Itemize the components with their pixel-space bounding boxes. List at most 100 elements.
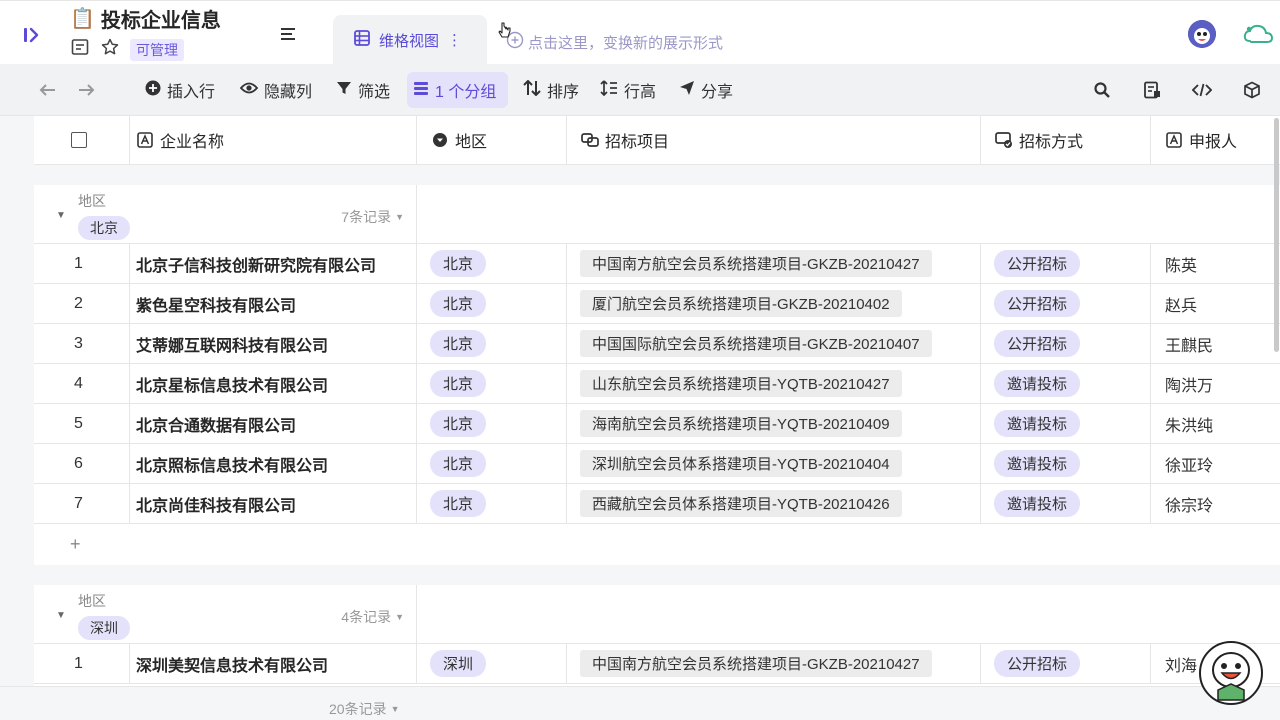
project-cell[interactable]: 厦门航空会员系统搭建项目-GKZB-20210402 bbox=[567, 284, 981, 323]
company-cell[interactable]: 北京子信科技创新研究院有限公司 bbox=[130, 244, 417, 283]
sort-button[interactable]: 排序 bbox=[517, 72, 585, 108]
cloud-sync-icon[interactable] bbox=[1242, 21, 1274, 52]
region-cell[interactable]: 北京 bbox=[417, 444, 567, 483]
method-cell[interactable]: 邀请投标 bbox=[981, 444, 1151, 483]
row-index-cell[interactable]: 7 bbox=[34, 484, 130, 523]
method-cell[interactable]: 公开招标 bbox=[981, 324, 1151, 363]
column-header-project[interactable]: 招标项目 bbox=[567, 116, 981, 164]
page-title[interactable]: 📋 投标企业信息 bbox=[70, 5, 221, 32]
row-index-cell[interactable]: 5 bbox=[34, 404, 130, 443]
table-row[interactable]: 1 北京子信科技创新研究院有限公司 北京 中国南方航空会员系统搭建项目-GKZB-20… bbox=[34, 244, 1280, 284]
code-icon[interactable] bbox=[1192, 80, 1212, 100]
company-cell[interactable]: 深圳美契信息技术有限公司 bbox=[130, 644, 417, 683]
method-cell[interactable]: 公开招标 bbox=[981, 644, 1151, 683]
region-cell[interactable]: 北京 bbox=[417, 324, 567, 363]
share-button[interactable]: 分享 bbox=[673, 72, 739, 108]
company-cell[interactable]: 紫色星空科技有限公司 bbox=[130, 284, 417, 323]
column-header-region[interactable]: 地区 bbox=[417, 116, 567, 164]
applicant-cell[interactable]: 陈英 bbox=[1151, 244, 1280, 283]
project-link[interactable]: 中国南方航空会员系统搭建项目-GKZB-20210427 bbox=[580, 650, 932, 677]
redo-icon[interactable] bbox=[76, 80, 96, 100]
project-link[interactable]: 山东航空会员系统搭建项目-YQTB-20210427 bbox=[580, 370, 902, 397]
row-index-cell[interactable]: 1 bbox=[34, 244, 130, 283]
hide-columns-button[interactable]: 隐藏列 bbox=[234, 72, 318, 108]
vertical-scrollbar[interactable] bbox=[1274, 118, 1279, 352]
company-cell[interactable]: 北京尚佳科技有限公司 bbox=[130, 484, 417, 523]
project-cell[interactable]: 深圳航空会员体系搭建项目-YQTB-20210404 bbox=[567, 444, 981, 483]
row-index-cell[interactable]: 1 bbox=[34, 644, 130, 683]
select-all-checkbox[interactable] bbox=[71, 132, 87, 148]
project-cell[interactable]: 中国南方航空会员系统搭建项目-GKZB-20210427 bbox=[567, 244, 981, 283]
applicant-cell[interactable]: 赵兵 bbox=[1151, 284, 1280, 323]
insert-row-button[interactable]: 插入行 bbox=[139, 72, 221, 108]
row-index-cell[interactable]: 6 bbox=[34, 444, 130, 483]
sidebar-toggle-icon[interactable] bbox=[16, 19, 48, 51]
method-cell[interactable]: 邀请投标 bbox=[981, 404, 1151, 443]
tab-more-icon[interactable]: ⋮ bbox=[447, 31, 462, 49]
group-record-count[interactable]: 4条记录 ▼ bbox=[341, 607, 404, 627]
total-record-count[interactable]: 20条记录 ▼ bbox=[329, 699, 400, 719]
region-cell[interactable]: 北京 bbox=[417, 284, 567, 323]
applicant-cell[interactable]: 徐宗玲 bbox=[1151, 484, 1280, 523]
company-cell[interactable]: 北京照标信息技术有限公司 bbox=[130, 444, 417, 483]
column-header-method[interactable]: 招标方式 bbox=[981, 116, 1151, 164]
filter-button[interactable]: 筛选 bbox=[330, 72, 396, 108]
applicant-cell[interactable]: 王麒民 bbox=[1151, 324, 1280, 363]
project-cell[interactable]: 中国南方航空会员系统搭建项目-GKZB-20210427 bbox=[567, 644, 981, 683]
column-header-company[interactable]: 企业名称 bbox=[130, 116, 417, 164]
user-avatar[interactable] bbox=[1188, 20, 1216, 48]
row-index-cell[interactable]: 3 bbox=[34, 324, 130, 363]
table-row[interactable]: 5 北京合通数据有限公司 北京 海南航空会员系统搭建项目-YQTB-20210409 邀… bbox=[34, 404, 1280, 444]
star-icon[interactable] bbox=[100, 37, 120, 62]
add-view-button[interactable]: 点击这里，变换新的展示形式 bbox=[506, 31, 723, 53]
group-button[interactable]: 1 个分组 bbox=[407, 72, 508, 108]
company-cell[interactable]: 艾蒂娜互联网科技有限公司 bbox=[130, 324, 417, 363]
method-cell[interactable]: 邀请投标 bbox=[981, 364, 1151, 403]
menu-icon[interactable] bbox=[280, 27, 296, 46]
project-link[interactable]: 深圳航空会员体系搭建项目-YQTB-20210404 bbox=[580, 450, 902, 477]
table-row[interactable]: 3 艾蒂娜互联网科技有限公司 北京 中国国际航空会员系统搭建项目-GKZB-20210… bbox=[34, 324, 1280, 364]
project-cell[interactable]: 西藏航空会员体系搭建项目-YQTB-20210426 bbox=[567, 484, 981, 523]
table-row[interactable]: 7 北京尚佳科技有限公司 北京 西藏航空会员体系搭建项目-YQTB-20210426 邀… bbox=[34, 484, 1280, 524]
undo-icon[interactable] bbox=[38, 80, 58, 100]
project-cell[interactable]: 山东航空会员系统搭建项目-YQTB-20210427 bbox=[567, 364, 981, 403]
project-cell[interactable]: 海南航空会员系统搭建项目-YQTB-20210409 bbox=[567, 404, 981, 443]
region-cell[interactable]: 北京 bbox=[417, 244, 567, 283]
applicant-cell[interactable]: 朱洪纯 bbox=[1151, 404, 1280, 443]
description-icon[interactable] bbox=[70, 37, 90, 62]
region-cell[interactable]: 深圳 bbox=[417, 644, 567, 683]
region-cell[interactable]: 北京 bbox=[417, 484, 567, 523]
group-record-count[interactable]: 7条记录 ▼ bbox=[341, 207, 404, 227]
method-cell[interactable]: 公开招标 bbox=[981, 284, 1151, 323]
table-row[interactable]: 4 北京星标信息技术有限公司 北京 山东航空会员系统搭建项目-YQTB-2021042… bbox=[34, 364, 1280, 404]
collapse-caret-icon[interactable]: ▼ bbox=[56, 210, 66, 221]
table-row[interactable]: 6 北京照标信息技术有限公司 北京 深圳航空会员体系搭建项目-YQTB-2021040… bbox=[34, 444, 1280, 484]
row-height-button[interactable]: 行高 bbox=[594, 72, 662, 108]
project-link[interactable]: 中国南方航空会员系统搭建项目-GKZB-20210427 bbox=[580, 250, 932, 277]
collapse-caret-icon[interactable]: ▼ bbox=[56, 610, 66, 621]
assistant-mascot-icon[interactable] bbox=[1198, 640, 1264, 706]
column-header-applicant[interactable]: 申报人 bbox=[1151, 116, 1280, 164]
company-cell[interactable]: 北京星标信息技术有限公司 bbox=[130, 364, 417, 403]
tab-grid-view[interactable]: 维格视图 ⋮ bbox=[333, 15, 487, 65]
search-icon[interactable] bbox=[1092, 80, 1112, 100]
project-link[interactable]: 西藏航空会员体系搭建项目-YQTB-20210426 bbox=[580, 490, 902, 517]
region-cell[interactable]: 北京 bbox=[417, 364, 567, 403]
applicant-cell[interactable]: 陶洪万 bbox=[1151, 364, 1280, 403]
region-cell[interactable]: 北京 bbox=[417, 404, 567, 443]
project-link[interactable]: 中国国际航空会员系统搭建项目-GKZB-20210407 bbox=[580, 330, 932, 357]
row-index-cell[interactable]: 2 bbox=[34, 284, 130, 323]
table-row[interactable]: 2 紫色星空科技有限公司 北京 厦门航空会员系统搭建项目-GKZB-20210402 公… bbox=[34, 284, 1280, 324]
project-cell[interactable]: 中国国际航空会员系统搭建项目-GKZB-20210407 bbox=[567, 324, 981, 363]
method-cell[interactable]: 邀请投标 bbox=[981, 484, 1151, 523]
company-cell[interactable]: 北京合通数据有限公司 bbox=[130, 404, 417, 443]
add-row-button[interactable]: + bbox=[34, 524, 1280, 564]
method-cell[interactable]: 公开招标 bbox=[981, 244, 1151, 283]
applicant-cell[interactable]: 徐亚玲 bbox=[1151, 444, 1280, 483]
widget-cube-icon[interactable] bbox=[1242, 80, 1262, 100]
row-index-cell[interactable]: 4 bbox=[34, 364, 130, 403]
select-all-cell[interactable] bbox=[34, 116, 130, 164]
table-row[interactable]: 1 深圳美契信息技术有限公司 深圳 中国南方航空会员系统搭建项目-GKZB-20210… bbox=[34, 644, 1280, 684]
form-icon[interactable] bbox=[1142, 80, 1162, 100]
project-link[interactable]: 海南航空会员系统搭建项目-YQTB-20210409 bbox=[580, 410, 902, 437]
